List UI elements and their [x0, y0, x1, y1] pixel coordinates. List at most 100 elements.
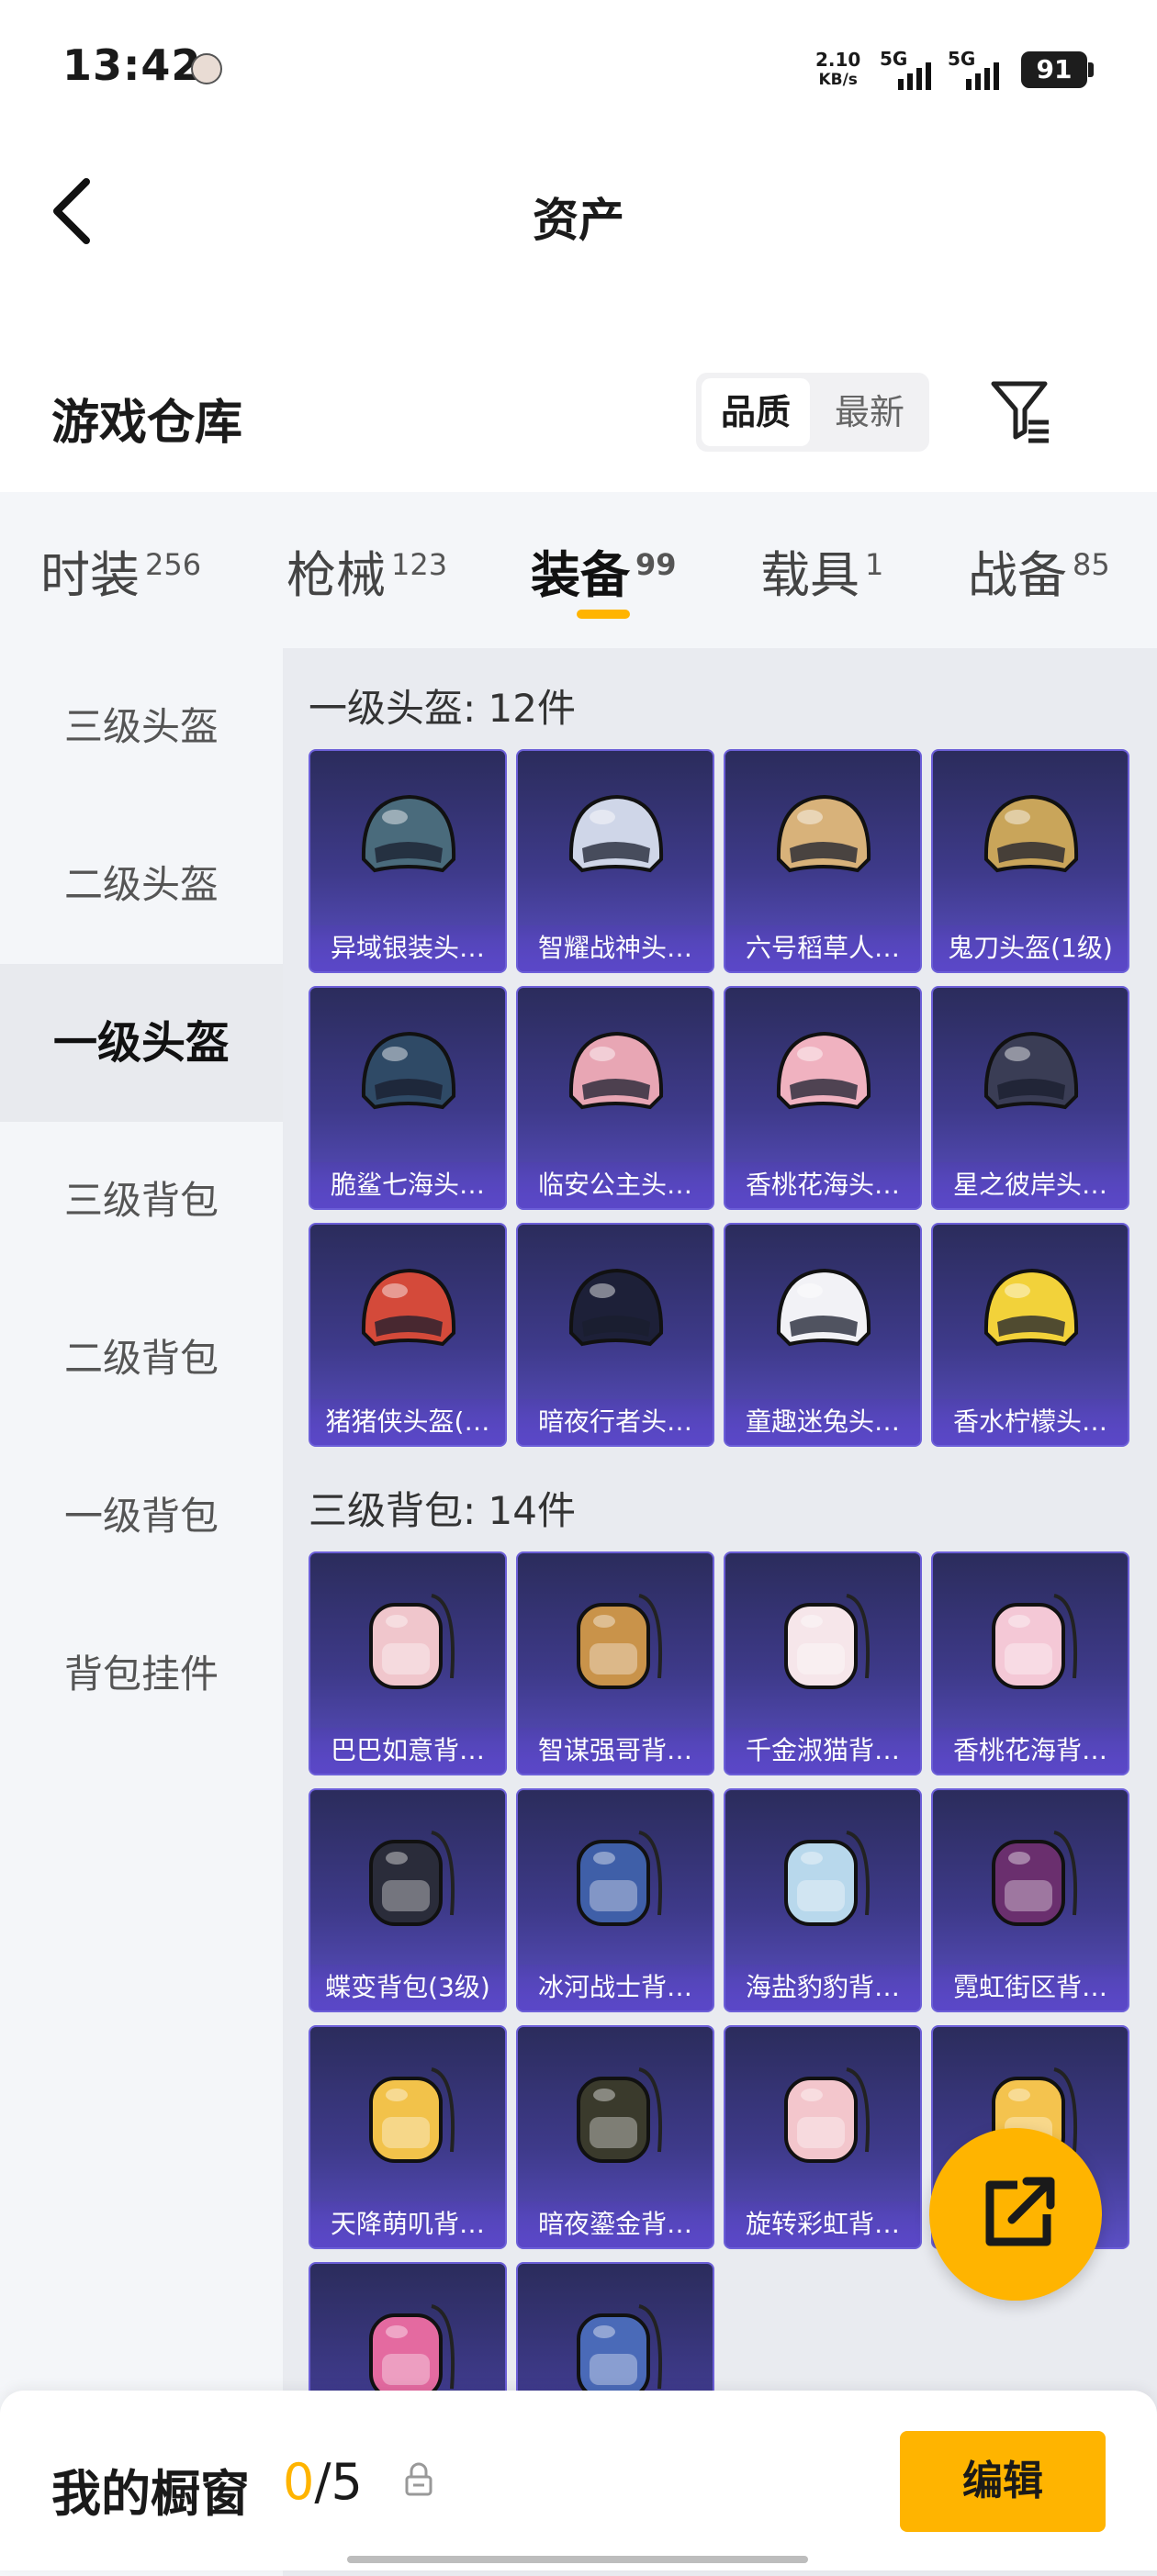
backpack-card[interactable]: 海盐豹豹背… — [724, 1788, 922, 2012]
helmet-card-name: 鬼刀头盔(1级) — [933, 925, 1128, 971]
backpack-icon — [784, 1831, 871, 1926]
tab-label: 时装 — [40, 546, 140, 604]
sidebar-item-pendant[interactable]: 背包挂件 — [0, 1596, 283, 1753]
battery-tip — [1088, 62, 1094, 77]
helmet-card[interactable]: 香水柠檬头… — [931, 1223, 1129, 1447]
lock-icon — [405, 2462, 432, 2496]
share-icon — [985, 2177, 1055, 2246]
backpack-icon — [992, 1594, 1078, 1689]
backpack-icon — [577, 2067, 663, 2163]
backpack-card-name: 香桃花海背… — [933, 1728, 1128, 1774]
tab-count: 85 — [1073, 547, 1110, 582]
helmet-card-name: 暗夜行者头… — [518, 1399, 713, 1445]
backpack-card[interactable]: 暗夜鎏金背… — [516, 2025, 714, 2249]
backpack-card[interactable]: 旋转彩虹背… — [724, 2025, 922, 2249]
backpack-card[interactable]: 香桃花海背… — [931, 1551, 1129, 1775]
helmet-card[interactable]: 异域银装头… — [309, 749, 507, 973]
helmet-card[interactable]: 智耀战神头… — [516, 749, 714, 973]
backpack-icon — [577, 1831, 663, 1926]
net-speed: 2.10 KB/s — [815, 50, 860, 90]
backpack-icon — [577, 1594, 663, 1689]
helmet-card[interactable]: 鬼刀头盔(1级) — [931, 749, 1129, 973]
tab-supplies[interactable]: 战备 85 — [968, 534, 1110, 607]
helmet-card-name: 猪猪侠头盔(… — [310, 1399, 505, 1445]
backpack-card[interactable]: 霓虹街区背… — [931, 1788, 1129, 2012]
backpack-card-name: 冰河战士背… — [518, 1965, 713, 2010]
helmet-card[interactable]: 猪猪侠头盔(… — [309, 1223, 507, 1447]
status-time: 13:42 — [62, 40, 202, 90]
helmet-icon — [361, 794, 456, 873]
net-speed-unit: KB/s — [818, 71, 858, 89]
status-avatar-icon — [191, 53, 222, 84]
backpack-card[interactable]: 蝶变背包(3级) — [309, 1788, 507, 2012]
helmet-card[interactable]: 香桃花海头… — [724, 986, 922, 1210]
helmet-icon — [983, 1268, 1079, 1347]
tab-count: 256 — [145, 547, 202, 582]
helmet-card-name: 童趣迷兔头… — [725, 1399, 920, 1445]
tab-guns[interactable]: 枪械 123 — [286, 534, 447, 607]
showcase-current: 0 — [283, 2453, 315, 2511]
helmet-card[interactable]: 临安公主头… — [516, 986, 714, 1210]
sidebar-item-helmet-3[interactable]: 三级头盔 — [0, 648, 283, 806]
share-button[interactable] — [929, 2128, 1102, 2301]
home-indicator[interactable] — [347, 2556, 808, 2563]
helmet-card[interactable]: 童趣迷兔头… — [724, 1223, 922, 1447]
backpack-icon — [369, 1594, 455, 1689]
helmet-icon — [361, 1031, 456, 1110]
tab-count: 123 — [391, 547, 448, 582]
edit-button[interactable]: 编辑 — [900, 2431, 1106, 2532]
backpack-card-name: 旋转彩虹背… — [725, 2201, 920, 2247]
tab-label: 战备 — [968, 546, 1067, 604]
backpack-card-name: 千金淑猫背… — [725, 1728, 920, 1774]
backpack-icon — [784, 2067, 871, 2163]
backpack-card[interactable]: 千金淑猫背… — [724, 1551, 922, 1775]
helmet-icon — [983, 1031, 1079, 1110]
showcase-count: 0/5 — [283, 2453, 363, 2511]
tab-equipment[interactable]: 装备 99 — [531, 534, 677, 607]
sidebar-item-helmet-1[interactable]: 一级头盔 — [0, 964, 283, 1122]
showcase-total: /5 — [314, 2453, 363, 2511]
tab-fashion[interactable]: 时装 256 — [40, 534, 201, 607]
helmet-card-name: 智耀战神头… — [518, 925, 713, 971]
helmet-icon — [776, 1268, 871, 1347]
backpack-card-name: 智谋强哥背… — [518, 1728, 713, 1774]
helmet-card[interactable]: 脆鲨七海头… — [309, 986, 507, 1210]
helmet-icon — [361, 1268, 456, 1347]
net-speed-value: 2.10 — [815, 49, 861, 71]
tab-count: 99 — [635, 547, 677, 582]
section-title-helmet-1: 一级头盔: 12件 — [309, 686, 576, 731]
backpack-card[interactable]: 冰河战士背… — [516, 1788, 714, 2012]
backpack-card[interactable]: 智谋强哥背… — [516, 1551, 714, 1775]
tab-label: 枪械 — [286, 546, 386, 604]
helmet-icon — [568, 1031, 664, 1110]
helmet-card[interactable]: 六号稻草人… — [724, 749, 922, 973]
sidebar-item-backpack-3[interactable]: 三级背包 — [0, 1122, 283, 1280]
backpack-card-name: 巴巴如意背… — [310, 1728, 505, 1774]
helmet-icon — [568, 1268, 664, 1347]
sort-latest-button[interactable]: 最新 — [815, 378, 924, 446]
backpack-card[interactable]: 天降萌叽背… — [309, 2025, 507, 2249]
helmet-card[interactable]: 暗夜行者头… — [516, 1223, 714, 1447]
signal-icon-2 — [966, 57, 999, 90]
sidebar-item-helmet-2[interactable]: 二级头盔 — [0, 806, 283, 964]
helmet-card-name: 六号稻草人… — [725, 925, 920, 971]
section-title-backpack-3: 三级背包: 14件 — [309, 1488, 576, 1533]
backpack-card-name: 暗夜鎏金背… — [518, 2201, 713, 2247]
helmet-icon — [568, 794, 664, 873]
signal-icon — [898, 57, 931, 90]
filter-icon[interactable] — [988, 376, 1054, 446]
helmet-card[interactable]: 星之彼岸头… — [931, 986, 1129, 1210]
backpack-card-name: 海盐豹豹背… — [725, 1965, 920, 2010]
backpack-icon — [992, 1831, 1078, 1926]
sidebar-item-backpack-1[interactable]: 一级背包 — [0, 1438, 283, 1596]
helmet-card-name: 香桃花海头… — [725, 1162, 920, 1208]
battery-icon: 91 — [1021, 51, 1087, 88]
warehouse-title: 游戏仓库 — [51, 396, 243, 451]
tab-vehicles[interactable]: 载具 1 — [760, 534, 883, 607]
sidebar-item-backpack-2[interactable]: 二级背包 — [0, 1280, 283, 1438]
backpack-card[interactable]: 巴巴如意背… — [309, 1551, 507, 1775]
sort-quality-button[interactable]: 品质 — [702, 378, 810, 446]
showcase-label: 我的橱窗 — [51, 2465, 250, 2523]
helmet-icon — [776, 1031, 871, 1110]
backpack-card-name: 天降萌叽背… — [310, 2201, 505, 2247]
